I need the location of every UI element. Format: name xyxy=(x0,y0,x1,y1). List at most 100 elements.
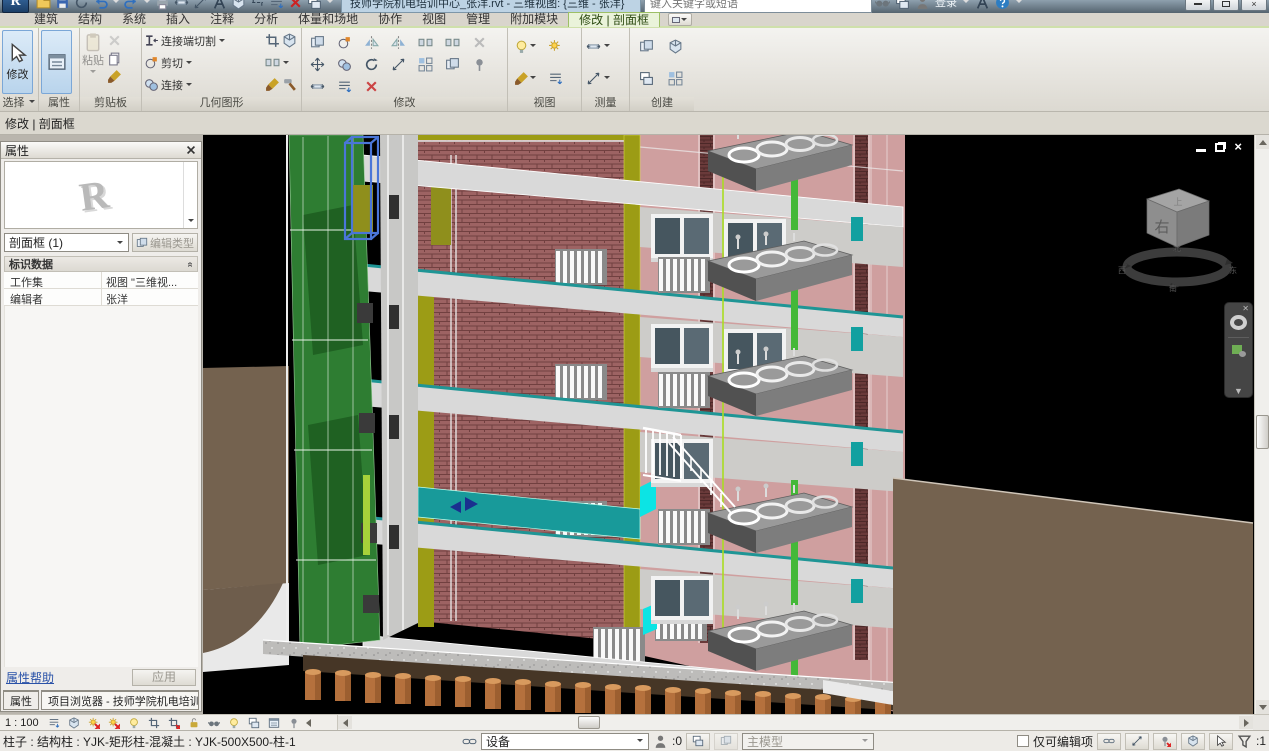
model-canvas[interactable] xyxy=(203,135,1254,714)
pin-icon[interactable] xyxy=(472,57,487,72)
switch-windows-icon[interactable] xyxy=(307,0,322,10)
select-underlay-toggle[interactable] xyxy=(1125,733,1149,750)
create-assembly-icon[interactable] xyxy=(639,71,654,86)
unpin-icon[interactable] xyxy=(472,35,487,50)
select-pinned-toggle[interactable] xyxy=(1153,733,1177,750)
vertical-scrollbar[interactable] xyxy=(1254,135,1269,714)
move-icon[interactable] xyxy=(310,57,325,72)
match-type-icon[interactable] xyxy=(107,69,122,84)
dimension-tool-icon[interactable] xyxy=(586,71,601,86)
aligned-dimension-icon[interactable] xyxy=(193,0,208,10)
tab-view[interactable]: 视图 xyxy=(412,12,456,27)
qat-customize-caret[interactable] xyxy=(327,0,333,6)
synchronize-icon[interactable] xyxy=(74,0,89,10)
dimension-caret[interactable] xyxy=(604,76,610,82)
create-parts-icon[interactable] xyxy=(668,71,683,86)
tab-collaborate[interactable]: 协作 xyxy=(368,12,412,27)
tab-architecture[interactable]: 建筑 xyxy=(24,12,68,27)
tab-structure[interactable]: 结构 xyxy=(68,12,112,27)
align-multiple-icon[interactable] xyxy=(337,79,352,94)
active-design-option-select[interactable]: 主模型 xyxy=(742,733,874,750)
reveal-constraints-icon[interactable] xyxy=(286,716,303,730)
thin-lines-toggle-icon[interactable] xyxy=(548,71,563,86)
identity-data-section[interactable]: 标识数据 « xyxy=(4,256,198,272)
compass-south-label[interactable]: 南 xyxy=(1169,283,1177,293)
apply-button[interactable]: 应用 xyxy=(132,669,196,686)
show-rendering-dialog-icon[interactable] xyxy=(126,716,143,730)
sign-in-button[interactable]: 登录 xyxy=(935,0,957,10)
tab-annotate[interactable]: 注释 xyxy=(200,12,244,27)
active-workset-select[interactable]: 设备 xyxy=(481,733,649,750)
cut-to-clipboard-icon[interactable] xyxy=(107,33,122,48)
reveal-hidden-elements-icon[interactable] xyxy=(226,716,243,730)
show-crop-region-icon[interactable] xyxy=(166,716,183,730)
edit-type-button[interactable]: 编辑类型 xyxy=(132,233,198,252)
align-icon[interactable] xyxy=(310,35,325,50)
thin-lines-icon[interactable] xyxy=(269,0,284,10)
mirror-draw-axis-icon[interactable] xyxy=(391,35,406,50)
panel-select-label[interactable]: 选择 xyxy=(0,97,38,111)
selection-filter-icon[interactable] xyxy=(1237,734,1252,749)
undo-caret[interactable] xyxy=(113,0,119,6)
editing-requests-count[interactable]: :0 xyxy=(672,734,682,748)
horizontal-scroll-thumb[interactable] xyxy=(578,716,600,729)
visibility-graphics-icon[interactable] xyxy=(514,71,529,86)
properties-palette-button[interactable] xyxy=(41,30,72,94)
design-options-button[interactable] xyxy=(714,733,738,750)
tab-systems[interactable]: 系统 xyxy=(112,12,156,27)
view-visibility-icon[interactable] xyxy=(514,39,529,54)
join-geometry-button[interactable]: 连接 xyxy=(144,74,226,95)
editing-requests-icon[interactable] xyxy=(653,734,668,749)
select-links-toggle[interactable] xyxy=(1097,733,1121,750)
close-button[interactable]: × xyxy=(1241,0,1267,11)
scroll-down-icon[interactable] xyxy=(1256,700,1269,714)
paste-icon[interactable] xyxy=(83,32,103,52)
view-cube[interactable]: 北 东 南 西 右 上 xyxy=(1115,185,1245,300)
tab-project-browser[interactable]: 项目浏览器 - 技师学院机电培训... xyxy=(41,690,199,710)
tab-manage[interactable]: 管理 xyxy=(456,12,500,27)
create-similar-icon[interactable] xyxy=(668,39,683,54)
help-search-box[interactable] xyxy=(644,0,872,13)
zoom-icon[interactable] xyxy=(1232,345,1246,357)
tab-insert[interactable]: 插入 xyxy=(156,12,200,27)
help-caret[interactable] xyxy=(1016,0,1022,6)
open-icon[interactable] xyxy=(36,0,51,10)
view-minimize-icon[interactable] xyxy=(1196,149,1206,152)
view-cube-faces[interactable]: 右 上 xyxy=(1147,189,1209,247)
view-cube-top-face-label[interactable]: 上 xyxy=(1173,197,1182,207)
sun-path-icon[interactable] xyxy=(86,716,103,730)
unlocked-3d-view-icon[interactable] xyxy=(186,716,203,730)
minimize-button[interactable] xyxy=(1185,0,1211,11)
drag-on-selection-toggle[interactable] xyxy=(1209,733,1233,750)
tab-properties[interactable]: 属性 xyxy=(3,690,39,710)
tab-massing-site[interactable]: 体量和场地 xyxy=(288,12,368,27)
visual-style-icon[interactable] xyxy=(66,716,83,730)
exchange-apps-icon[interactable] xyxy=(975,0,990,10)
compass-east-label[interactable]: 东 xyxy=(1229,265,1237,275)
parameter-row[interactable]: 工作集 视图 "三维视... xyxy=(4,272,198,289)
shadows-icon[interactable] xyxy=(106,716,123,730)
trim-corner-icon[interactable] xyxy=(310,79,325,94)
section-icon[interactable] xyxy=(250,0,265,10)
view-close-icon[interactable]: × xyxy=(1234,142,1242,152)
help-search-input[interactable] xyxy=(645,0,871,10)
selection-filter-count[interactable]: :1 xyxy=(1256,734,1266,748)
scroll-up-icon[interactable] xyxy=(1256,135,1269,149)
properties-close-icon[interactable] xyxy=(185,144,197,156)
split-element-icon[interactable] xyxy=(418,35,433,50)
view-restore-icon[interactable] xyxy=(1215,143,1225,152)
redo-icon[interactable] xyxy=(124,0,139,10)
print-icon[interactable] xyxy=(155,0,170,10)
beam-cutback-icon[interactable] xyxy=(265,55,280,70)
tab-addins[interactable]: 附加模块 xyxy=(500,12,568,27)
offset-icon[interactable] xyxy=(337,35,352,50)
horizontal-scrollbar[interactable] xyxy=(337,715,1253,730)
copy-icon[interactable] xyxy=(337,57,352,72)
delete-icon[interactable] xyxy=(364,79,379,94)
restore-button[interactable] xyxy=(1213,0,1239,11)
preview-caret[interactable] xyxy=(183,162,197,228)
wall-joins-icon[interactable] xyxy=(282,33,297,48)
measure-icon[interactable] xyxy=(174,0,189,10)
save-icon[interactable] xyxy=(55,0,70,10)
favorites-icon[interactable] xyxy=(915,0,930,10)
